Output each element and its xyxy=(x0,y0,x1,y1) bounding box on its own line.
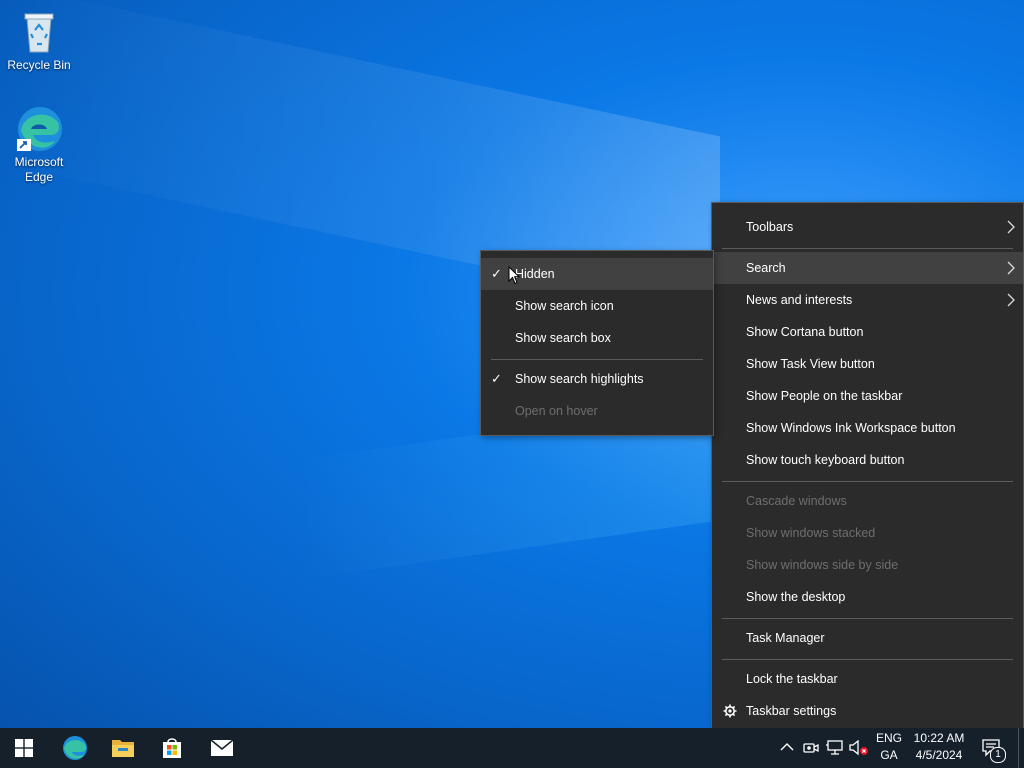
chevron-right-icon xyxy=(1007,261,1015,275)
menu-separator xyxy=(722,618,1013,619)
menu-item-show-windows-side-by-side: Show windows side by side xyxy=(712,549,1023,581)
menu-item-show-cortana-button[interactable]: Show Cortana button xyxy=(712,316,1023,348)
menu-item-label: Search xyxy=(746,261,786,275)
menu-item-label: Open on hover xyxy=(515,404,598,418)
menu-item-show-touch-keyboard[interactable]: Show touch keyboard button xyxy=(712,444,1023,476)
submenu-item-show-search-icon[interactable]: Show search icon xyxy=(481,290,713,322)
store-icon xyxy=(163,738,181,758)
menu-item-task-manager[interactable]: Task Manager xyxy=(712,622,1023,654)
menu-item-label: News and interests xyxy=(746,293,853,307)
menu-item-show-the-desktop[interactable]: Show the desktop xyxy=(712,581,1023,613)
submenu-item-open-on-hover: Open on hover xyxy=(481,395,713,427)
menu-item-label: Taskbar settings xyxy=(746,704,837,718)
taskbar-mail-button[interactable] xyxy=(198,728,246,768)
taskbar-edge-button[interactable] xyxy=(51,728,99,768)
menu-separator xyxy=(722,659,1013,660)
taskbar-context-menu: Toolbars Search News and interests Show … xyxy=(711,202,1024,736)
start-icon xyxy=(15,739,33,757)
menu-item-label: Show Windows Ink Workspace button xyxy=(746,421,956,435)
menu-item-label: Show touch keyboard button xyxy=(746,453,905,467)
notification-count-badge: 1 xyxy=(990,747,1006,763)
desktop-icon-label: Recycle Bin xyxy=(7,58,71,72)
menu-item-show-people[interactable]: Show People on the taskbar xyxy=(712,380,1023,412)
gear-icon xyxy=(723,704,737,718)
clock-time: 10:22 AM xyxy=(913,731,965,745)
menu-item-label: Show search highlights xyxy=(515,372,644,386)
mouse-cursor-icon xyxy=(508,266,520,285)
clock-date: 4/5/2024 xyxy=(915,748,963,762)
menu-item-label: Lock the taskbar xyxy=(746,672,838,686)
menu-item-show-windows-stacked: Show windows stacked xyxy=(712,517,1023,549)
checkmark-icon: ✓ xyxy=(491,371,502,386)
action-center-button[interactable]: 1 xyxy=(978,736,1006,763)
menu-item-cascade-windows: Cascade windows xyxy=(712,485,1023,517)
show-desktop-button[interactable] xyxy=(1018,728,1024,768)
menu-item-search[interactable]: Search xyxy=(712,252,1023,284)
file-explorer-icon xyxy=(112,740,134,757)
taskbar-store-button[interactable] xyxy=(148,728,196,768)
clock[interactable]: 10:22 AM 4/5/2024 xyxy=(906,730,972,764)
desktop-icon-recycle-bin[interactable]: Recycle Bin xyxy=(1,8,77,73)
language-indicator[interactable]: ENG GA xyxy=(874,730,904,764)
menu-separator xyxy=(491,359,703,360)
submenu-item-show-search-box[interactable]: Show search box xyxy=(481,322,713,354)
network-icon[interactable] xyxy=(825,739,845,757)
keyboard-layout-code: GA xyxy=(880,748,898,762)
menu-item-show-windows-ink[interactable]: Show Windows Ink Workspace button xyxy=(712,412,1023,444)
menu-item-taskbar-settings[interactable]: Taskbar settings xyxy=(712,695,1023,727)
desktop-icon-microsoft-edge[interactable]: Microsoft Edge xyxy=(1,105,77,185)
taskbar: ENG GA 10:22 AM 4/5/2024 1 xyxy=(0,728,1024,768)
menu-item-label: Task Manager xyxy=(746,631,825,645)
desktop-icon-label: Microsoft Edge xyxy=(14,155,64,184)
menu-item-label: Show search box xyxy=(515,331,611,345)
menu-separator xyxy=(722,481,1013,482)
menu-item-toolbars[interactable]: Toolbars xyxy=(712,211,1023,243)
menu-item-label: Toolbars xyxy=(746,220,794,234)
menu-item-label: Show the desktop xyxy=(746,590,846,604)
menu-item-label: Hidden xyxy=(515,267,555,281)
menu-item-label: Show Task View button xyxy=(746,357,875,371)
recycle-bin-icon xyxy=(15,8,63,56)
chevron-up-icon[interactable] xyxy=(780,742,794,752)
checkmark-icon: ✓ xyxy=(491,266,502,281)
menu-separator xyxy=(722,248,1013,249)
menu-item-label: Show People on the taskbar xyxy=(746,389,903,403)
menu-item-show-task-view-button[interactable]: Show Task View button xyxy=(712,348,1023,380)
mail-icon xyxy=(210,739,234,756)
edge-icon xyxy=(15,105,63,153)
chevron-right-icon xyxy=(1007,220,1015,234)
menu-item-label: Show search icon xyxy=(515,299,614,313)
chevron-right-icon xyxy=(1007,293,1015,307)
menu-item-label: Cascade windows xyxy=(746,494,847,508)
menu-item-lock-the-taskbar[interactable]: Lock the taskbar xyxy=(712,663,1023,695)
submenu-item-show-search-highlights[interactable]: ✓ Show search highlights xyxy=(481,363,713,395)
taskbar-file-explorer-button[interactable] xyxy=(99,728,147,768)
meet-now-icon[interactable] xyxy=(803,740,819,756)
menu-item-label: Show windows side by side xyxy=(746,558,899,572)
menu-item-label: Show Cortana button xyxy=(746,325,864,339)
volume-muted-icon[interactable] xyxy=(849,740,869,756)
menu-item-news-and-interests[interactable]: News and interests xyxy=(712,284,1023,316)
start-button[interactable] xyxy=(0,728,48,768)
edge-icon xyxy=(63,736,87,760)
menu-item-label: Show windows stacked xyxy=(746,526,876,540)
language-code: ENG xyxy=(875,731,902,745)
